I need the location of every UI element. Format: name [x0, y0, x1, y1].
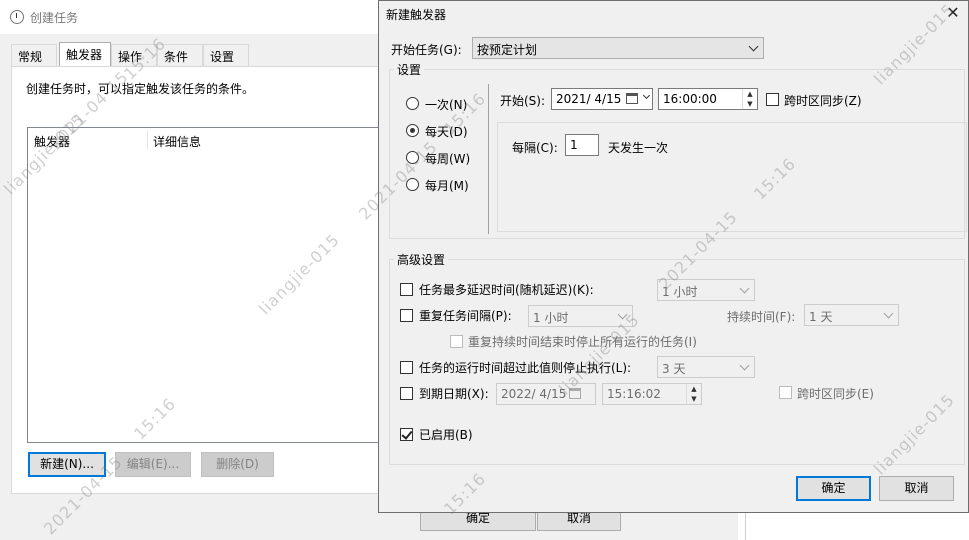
- repeat-label[interactable]: 重复任务间隔(P):: [419, 307, 512, 324]
- recur-days-input[interactable]: 1: [565, 134, 599, 156]
- enabled-checkbox[interactable]: [400, 428, 413, 441]
- delete-trigger-button[interactable]: 删除(D): [201, 452, 274, 477]
- expire-sync-label[interactable]: 跨时区同步(E): [797, 385, 874, 402]
- start-date-picker[interactable]: 2021/ 4/15: [551, 88, 653, 110]
- spin-down-icon[interactable]: ▼: [687, 394, 701, 404]
- stop-if-longer-value: 3 天: [662, 362, 686, 376]
- delay-checkbox[interactable]: [400, 283, 413, 296]
- settings-divider: [488, 84, 489, 234]
- chevron-down-icon: [883, 308, 894, 319]
- delay-value: 1 小时: [662, 285, 698, 299]
- cancel-button[interactable]: 取消: [879, 476, 954, 501]
- begin-task-label: 开始任务(G):: [391, 43, 462, 57]
- tab-conditions[interactable]: 条件: [157, 44, 203, 66]
- radio-weekly-label[interactable]: 每周(W): [425, 150, 470, 167]
- radio-daily-label[interactable]: 每天(D): [425, 123, 468, 140]
- expire-checkbox[interactable]: [400, 387, 413, 400]
- start-time-value: 16:00:00: [663, 92, 717, 106]
- tab-triggers[interactable]: 触发器: [59, 42, 111, 67]
- stop-all-checkbox[interactable]: [450, 335, 463, 348]
- tab-general[interactable]: 常规: [11, 44, 57, 66]
- expire-time-spinner[interactable]: ▲ ▼: [686, 384, 701, 404]
- delay-label[interactable]: 任务最多延迟时间(随机延迟)(K):: [419, 281, 594, 298]
- stop-if-longer-label[interactable]: 任务的运行时间超过此值则停止执行(L):: [419, 359, 631, 376]
- chevron-down-icon: [739, 283, 750, 294]
- stop-if-longer-checkbox[interactable]: [400, 361, 413, 374]
- recur-label: 每隔(C):: [512, 141, 558, 155]
- start-time-spinner[interactable]: ▲ ▼: [742, 89, 757, 109]
- enabled-label[interactable]: 已启用(B): [419, 426, 473, 443]
- sync-timezone-checkbox[interactable]: [766, 93, 779, 106]
- radio-once-label[interactable]: 一次(N): [425, 96, 467, 113]
- tab-actions[interactable]: 操作: [111, 44, 157, 66]
- chevron-down-icon: [748, 41, 759, 52]
- advanced-group-label: 高级设置: [394, 251, 449, 268]
- spin-down-icon[interactable]: ▼: [743, 99, 757, 109]
- new-trigger-button[interactable]: 新建(N)...: [28, 452, 106, 477]
- start-time-field[interactable]: 16:00:00 ▲ ▼: [658, 88, 758, 110]
- column-header-details[interactable]: 详细信息: [153, 133, 201, 150]
- begin-task-value: 按预定计划: [477, 43, 538, 57]
- repeat-checkbox[interactable]: [400, 309, 413, 322]
- edit-trigger-button[interactable]: 编辑(E)...: [115, 452, 191, 477]
- background-window-title: 创建任务: [30, 11, 79, 25]
- chevron-down-icon: [739, 360, 750, 371]
- radio-monthly-label[interactable]: 每月(M): [425, 177, 469, 194]
- radio-weekly[interactable]: [406, 151, 419, 164]
- expire-time-value: 15:16:02: [607, 387, 661, 401]
- repeat-interval-value: 1 小时: [533, 311, 569, 325]
- expire-time-field[interactable]: 15:16:02 ▲ ▼: [602, 383, 702, 405]
- stop-all-label[interactable]: 重复持续时间结束时停止所有运行的任务(I): [468, 333, 697, 350]
- duration-label: 持续时间(F):: [727, 310, 796, 324]
- duration-value: 1 天: [809, 310, 833, 324]
- begin-task-select[interactable]: 按预定计划: [472, 37, 764, 59]
- calendar-icon[interactable]: [569, 388, 581, 399]
- delay-select[interactable]: 1 小时: [657, 279, 755, 301]
- repeat-interval-select[interactable]: 1 小时: [528, 305, 633, 327]
- triggers-list[interactable]: [27, 127, 381, 443]
- spin-up-icon[interactable]: ▲: [687, 384, 701, 394]
- start-date-value: 2021/ 4/15: [556, 92, 622, 106]
- triggers-description: 创建任务时，可以指定触发该任务的条件。: [26, 82, 255, 96]
- clock-icon: [10, 10, 24, 24]
- radio-monthly[interactable]: [406, 178, 419, 191]
- expire-label[interactable]: 到期日期(X):: [419, 385, 489, 402]
- close-icon[interactable]: ✕: [942, 2, 964, 24]
- calendar-icon[interactable]: [626, 93, 638, 104]
- duration-select[interactable]: 1 天: [804, 304, 899, 326]
- expire-sync-checkbox[interactable]: [779, 386, 792, 399]
- expire-date-value: 2022/ 4/15: [501, 387, 567, 401]
- spin-up-icon[interactable]: ▲: [743, 89, 757, 99]
- sync-timezone-label[interactable]: 跨时区同步(Z): [784, 92, 862, 109]
- background-panel-edge: [745, 512, 969, 540]
- expire-date-picker[interactable]: 2022/ 4/15: [496, 383, 596, 405]
- stop-if-longer-select[interactable]: 3 天: [657, 356, 755, 378]
- settings-group-label: 设置: [394, 61, 425, 78]
- start-label: 开始(S):: [500, 94, 546, 108]
- chevron-down-icon[interactable]: [642, 91, 651, 100]
- column-separator[interactable]: [147, 130, 148, 150]
- recur-suffix: 天发生一次: [608, 141, 669, 155]
- triggers-list-header: [28, 128, 380, 152]
- dialog-title: 新建触发器: [386, 8, 447, 22]
- column-header-trigger[interactable]: 触发器: [34, 133, 70, 150]
- tab-settings[interactable]: 设置: [203, 44, 249, 66]
- radio-daily[interactable]: [406, 124, 419, 137]
- chevron-down-icon: [617, 309, 628, 320]
- radio-once[interactable]: [406, 97, 419, 110]
- ok-button[interactable]: 确定: [796, 476, 871, 501]
